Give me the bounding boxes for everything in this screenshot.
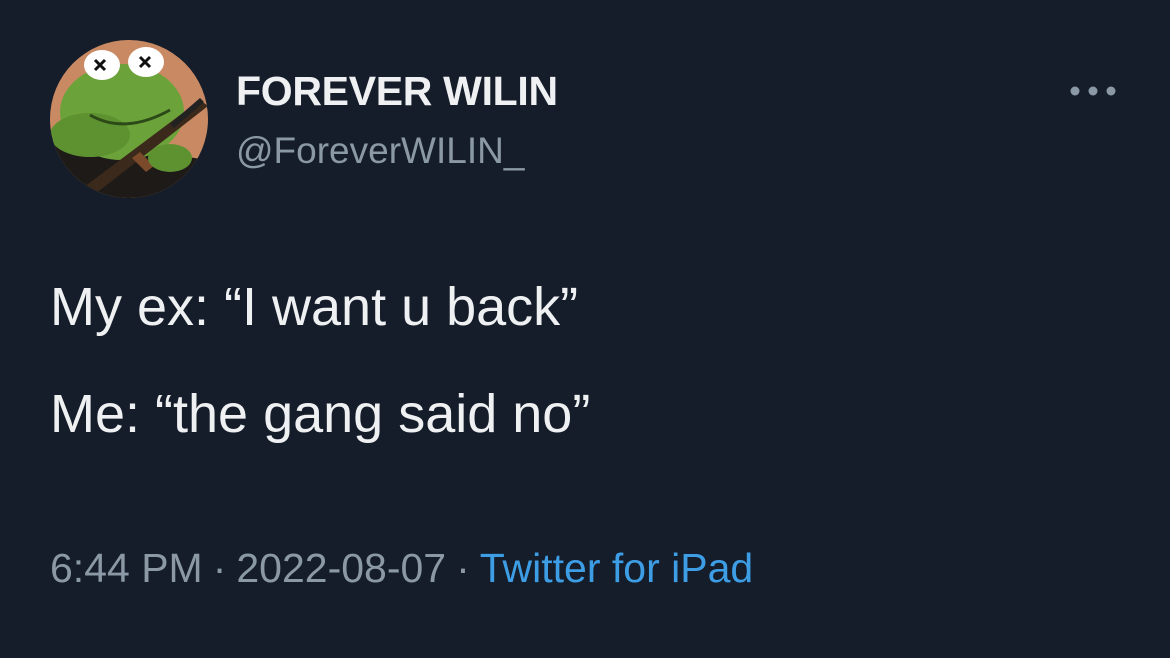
- more-options-button[interactable]: [1062, 76, 1124, 106]
- tweet-meta: 6:44 PM · 2022-08-07 · Twitter for iPad: [50, 545, 753, 592]
- tweet-card: FOREVER WILIN @ForeverWILIN_ My ex: “I w…: [0, 0, 1170, 658]
- meta-separator: ·: [456, 545, 470, 591]
- more-options-icon: [1070, 86, 1116, 96]
- tweet-time[interactable]: 6:44 PM: [50, 545, 203, 591]
- frog-avatar-icon: [50, 40, 208, 198]
- author-handle[interactable]: @ForeverWILIN_: [236, 130, 524, 172]
- tweet-line: My ex: “I want u back”: [50, 277, 579, 337]
- author-avatar[interactable]: [50, 40, 208, 198]
- tweet-line: Me: “the gang said no”: [50, 384, 591, 444]
- tweet-text: My ex: “I want u back” Me: “the gang sai…: [50, 276, 1130, 445]
- author-display-name[interactable]: FOREVER WILIN: [236, 68, 558, 115]
- tweet-source-link[interactable]: Twitter for iPad: [480, 545, 753, 591]
- meta-separator: ·: [212, 545, 227, 591]
- tweet-date[interactable]: 2022-08-07: [236, 545, 446, 591]
